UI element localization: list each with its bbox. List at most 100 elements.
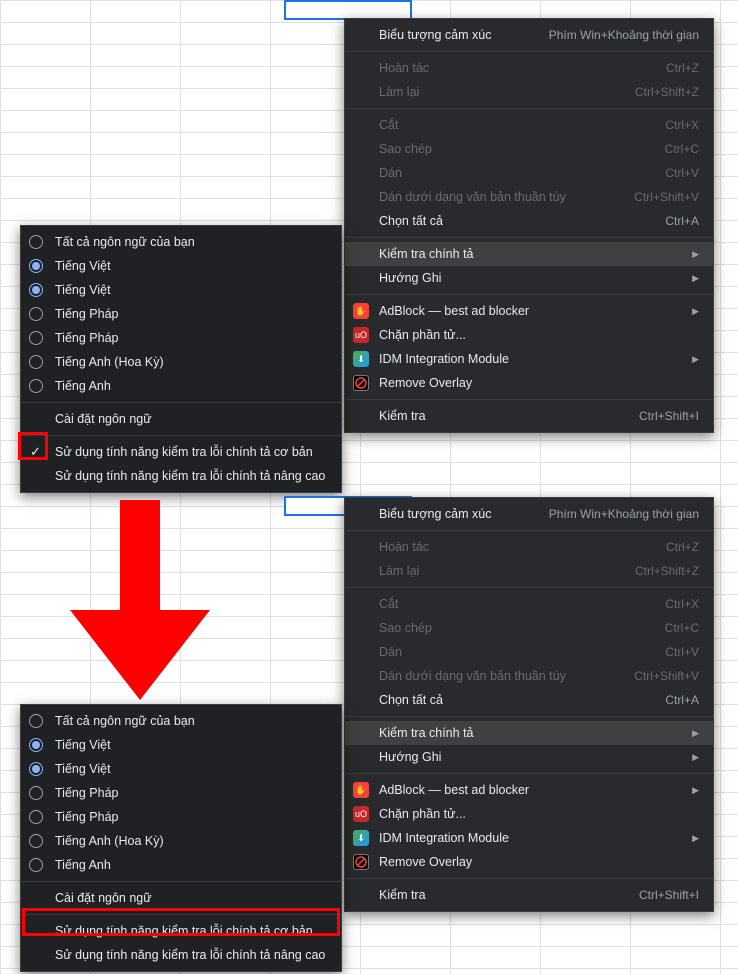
lang-item-fr-2[interactable]: Tiếng Pháp: [21, 805, 341, 829]
menu-item-idm[interactable]: ⬇ IDM Integration Module ▶: [345, 826, 713, 850]
chevron-right-icon: ▶: [692, 306, 699, 317]
label: Biểu tượng cảm xúc: [379, 28, 529, 42]
label: Sao chép: [379, 142, 645, 156]
lang-item-all[interactable]: Tất cả ngôn ngữ của bạn: [21, 709, 341, 733]
menu-item-writing-direction[interactable]: Hướng Ghi ▶: [345, 745, 713, 769]
radio-icon: [29, 379, 43, 393]
menu-item-emoji[interactable]: Biểu tượng cảm xúc Phím Win+Khoảng thời …: [345, 23, 713, 47]
shortcut: Ctrl+Shift+Z: [635, 564, 699, 578]
advanced-spellcheck-item[interactable]: Sử dụng tính năng kiểm tra lỗi chính tả …: [21, 464, 341, 488]
menu-item-ublock[interactable]: uO Chặn phần tử...: [345, 323, 713, 347]
menu-item-paste[interactable]: Dán Ctrl+V: [345, 640, 713, 664]
menu-item-inspect[interactable]: Kiểm tra Ctrl+Shift+I: [345, 404, 713, 428]
lang-item-en-us[interactable]: Tiếng Anh (Hoa Kỳ): [21, 829, 341, 853]
shortcut: Ctrl+V: [665, 645, 699, 659]
basic-spellcheck-item[interactable]: ✓ Sử dụng tính năng kiểm tra lỗi chính t…: [21, 440, 341, 464]
radio-icon: [29, 355, 43, 369]
shortcut: Ctrl+Z: [666, 540, 699, 554]
label: Sử dụng tính năng kiểm tra lỗi chính tả …: [55, 445, 313, 459]
menu-item-select-all[interactable]: Chọn tất cả Ctrl+A: [345, 209, 713, 233]
lang-item-fr-1[interactable]: Tiếng Pháp: [21, 781, 341, 805]
menu-item-adblock[interactable]: ✋ AdBlock — best ad blocker ▶: [345, 778, 713, 802]
menu-item-redo[interactable]: Làm lại Ctrl+Shift+Z: [345, 80, 713, 104]
radio-icon: [29, 331, 43, 345]
chevron-right-icon: ▶: [692, 249, 699, 260]
menu-item-cut[interactable]: Cắt Ctrl+X: [345, 592, 713, 616]
ublock-icon: uO: [353, 327, 369, 343]
shortcut: Ctrl+Shift+V: [634, 669, 699, 683]
basic-spellcheck-item[interactable]: Sử dụng tính năng kiểm tra lỗi chính tả …: [21, 919, 341, 943]
menu-item-paste-plain[interactable]: Dán dưới dạng văn bản thuần túy Ctrl+Shi…: [345, 185, 713, 209]
menu-item-remove-overlay[interactable]: Remove Overlay: [345, 850, 713, 874]
label: Hướng Ghi: [379, 750, 684, 764]
lang-item-vi-2[interactable]: Tiếng Việt: [21, 278, 341, 302]
advanced-spellcheck-item[interactable]: Sử dụng tính năng kiểm tra lỗi chính tả …: [21, 943, 341, 967]
menu-item-undo[interactable]: Hoàn tác Ctrl+Z: [345, 535, 713, 559]
label: Tiếng Việt: [55, 762, 111, 776]
label: Chặn phần tử...: [379, 807, 699, 821]
adblock-icon: ✋: [353, 782, 369, 798]
lang-item-en-us[interactable]: Tiếng Anh (Hoa Kỳ): [21, 350, 341, 374]
cell-cursor-top[interactable]: [284, 0, 412, 20]
menu-item-select-all[interactable]: Chọn tất cả Ctrl+A: [345, 688, 713, 712]
shortcut: Ctrl+Shift+I: [639, 409, 699, 423]
adblock-icon: ✋: [353, 303, 369, 319]
label: Tiếng Anh: [55, 379, 111, 393]
lang-item-en[interactable]: Tiếng Anh: [21, 374, 341, 398]
menu-item-copy[interactable]: Sao chép Ctrl+C: [345, 616, 713, 640]
lang-settings-item[interactable]: Cài đặt ngôn ngữ: [21, 886, 341, 910]
menu-item-inspect[interactable]: Kiểm tra Ctrl+Shift+I: [345, 883, 713, 907]
menu-item-emoji[interactable]: Biểu tượng cảm xúc Phím Win+Khoảng thời …: [345, 502, 713, 526]
label: Tất cả ngôn ngữ của bạn: [55, 235, 195, 249]
label: Tiếng Pháp: [55, 307, 118, 321]
label: Dán dưới dạng văn bản thuần túy: [379, 190, 614, 204]
menu-item-cut[interactable]: Cắt Ctrl+X: [345, 113, 713, 137]
menu-item-writing-direction[interactable]: Hướng Ghi ▶: [345, 266, 713, 290]
label: Chọn tất cả: [379, 693, 645, 707]
radio-icon: [29, 283, 43, 297]
lang-item-all[interactable]: Tất cả ngôn ngữ của bạn: [21, 230, 341, 254]
radio-icon: [29, 235, 43, 249]
context-menu-top: Biểu tượng cảm xúc Phím Win+Khoảng thời …: [344, 18, 714, 433]
label: Làm lại: [379, 85, 615, 99]
chevron-right-icon: ▶: [692, 728, 699, 739]
menu-item-spellcheck[interactable]: Kiểm tra chính tả ▶: [345, 721, 713, 745]
divider: [345, 108, 713, 109]
menu-item-redo[interactable]: Làm lại Ctrl+Shift+Z: [345, 559, 713, 583]
lang-item-vi-2[interactable]: Tiếng Việt: [21, 757, 341, 781]
lang-settings-item[interactable]: Cài đặt ngôn ngữ: [21, 407, 341, 431]
label: Remove Overlay: [379, 376, 699, 390]
divider: [345, 587, 713, 588]
divider: [345, 530, 713, 531]
shortcut: Ctrl+A: [665, 693, 699, 707]
idm-icon: ⬇: [353, 830, 369, 846]
menu-item-undo[interactable]: Hoàn tác Ctrl+Z: [345, 56, 713, 80]
label: Dán dưới dạng văn bản thuần túy: [379, 669, 614, 683]
label: Tiếng Pháp: [55, 331, 118, 345]
lang-item-vi-1[interactable]: Tiếng Việt: [21, 254, 341, 278]
menu-item-spellcheck[interactable]: Kiểm tra chính tả ▶: [345, 242, 713, 266]
menu-item-paste-plain[interactable]: Dán dưới dạng văn bản thuần túy Ctrl+Shi…: [345, 664, 713, 688]
shortcut: Ctrl+V: [665, 166, 699, 180]
divider: [345, 878, 713, 879]
chevron-right-icon: ▶: [692, 752, 699, 763]
shortcut: Ctrl+Z: [666, 61, 699, 75]
label: Tiếng Anh (Hoa Kỳ): [55, 834, 164, 848]
menu-item-ublock[interactable]: uO Chặn phần tử...: [345, 802, 713, 826]
lang-item-fr-1[interactable]: Tiếng Pháp: [21, 302, 341, 326]
label: Cắt: [379, 118, 645, 132]
menu-item-remove-overlay[interactable]: Remove Overlay: [345, 371, 713, 395]
lang-item-fr-2[interactable]: Tiếng Pháp: [21, 326, 341, 350]
label: Chặn phần tử...: [379, 328, 699, 342]
menu-item-idm[interactable]: ⬇ IDM Integration Module ▶: [345, 347, 713, 371]
label: Sử dụng tính năng kiểm tra lỗi chính tả …: [55, 924, 313, 938]
menu-item-adblock[interactable]: ✋ AdBlock — best ad blocker ▶: [345, 299, 713, 323]
lang-item-en[interactable]: Tiếng Anh: [21, 853, 341, 877]
radio-icon: [29, 858, 43, 872]
remove-overlay-icon: [353, 375, 369, 391]
lang-item-vi-1[interactable]: Tiếng Việt: [21, 733, 341, 757]
menu-item-paste[interactable]: Dán Ctrl+V: [345, 161, 713, 185]
label: Cài đặt ngôn ngữ: [55, 412, 152, 426]
menu-item-copy[interactable]: Sao chép Ctrl+C: [345, 137, 713, 161]
context-menu-bottom: Biểu tượng cảm xúc Phím Win+Khoảng thời …: [344, 497, 714, 912]
